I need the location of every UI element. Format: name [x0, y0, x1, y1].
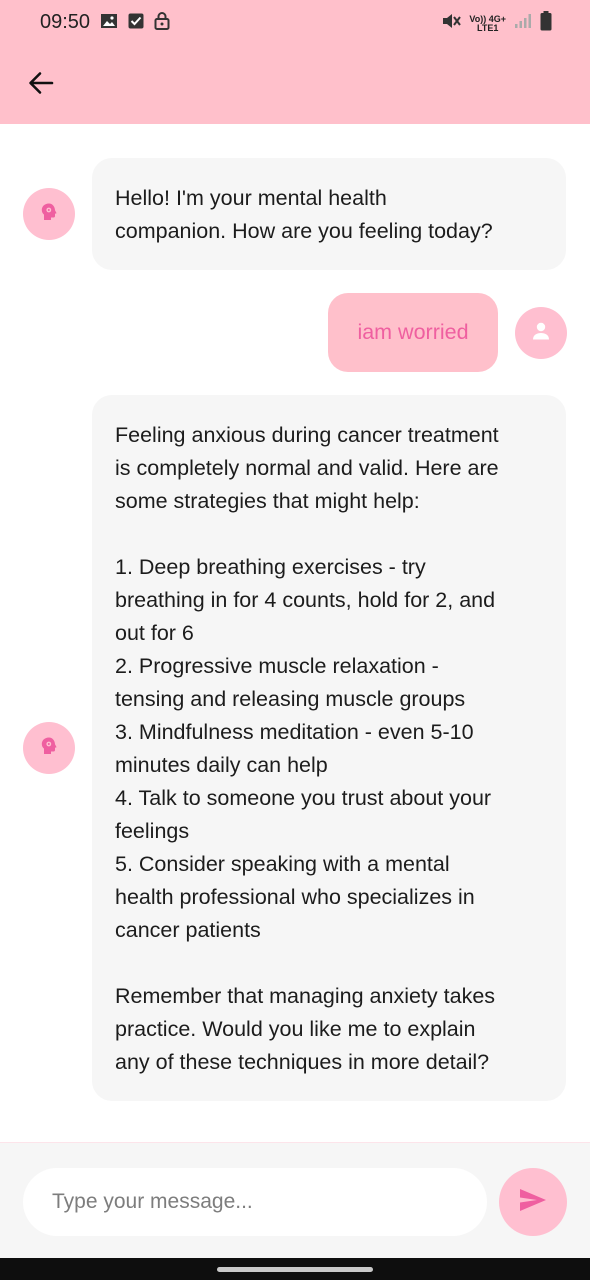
bot-message-bubble: Hello! I'm your mental health companion.…	[92, 158, 566, 270]
battery-icon	[540, 11, 552, 36]
system-nav-bar	[0, 1258, 590, 1280]
bot-message-bubble: Feeling anxious during cancer treatment …	[92, 395, 566, 1101]
home-gesture-handle[interactable]	[217, 1267, 373, 1272]
network-label: Vo)) 4G+ LTE1	[469, 13, 506, 33]
arrow-left-icon	[28, 71, 54, 100]
send-button[interactable]	[499, 1168, 567, 1236]
app-bar: 09:50 Vo)) 4G+ LTE1	[0, 0, 590, 124]
brain-head-icon	[38, 735, 60, 762]
gallery-icon	[100, 13, 118, 34]
chat-list[interactable]: Hello! I'm your mental health companion.…	[0, 124, 590, 1142]
user-avatar	[515, 307, 567, 359]
composer-bar	[0, 1142, 590, 1258]
check-box-icon	[128, 13, 144, 34]
signal-icon	[514, 13, 532, 34]
lock-icon	[154, 12, 170, 35]
bot-avatar	[23, 722, 75, 774]
status-time: 09:50	[40, 11, 91, 33]
user-message-bubble: iam worried	[328, 293, 498, 372]
mute-icon	[441, 12, 462, 35]
send-icon	[518, 1187, 548, 1218]
status-bar: 09:50 Vo)) 4G+ LTE1	[0, 0, 590, 46]
bot-avatar	[23, 188, 75, 240]
brain-head-icon	[38, 201, 60, 228]
message-input[interactable]	[23, 1168, 487, 1236]
person-icon	[530, 320, 552, 347]
back-button[interactable]	[22, 66, 60, 104]
